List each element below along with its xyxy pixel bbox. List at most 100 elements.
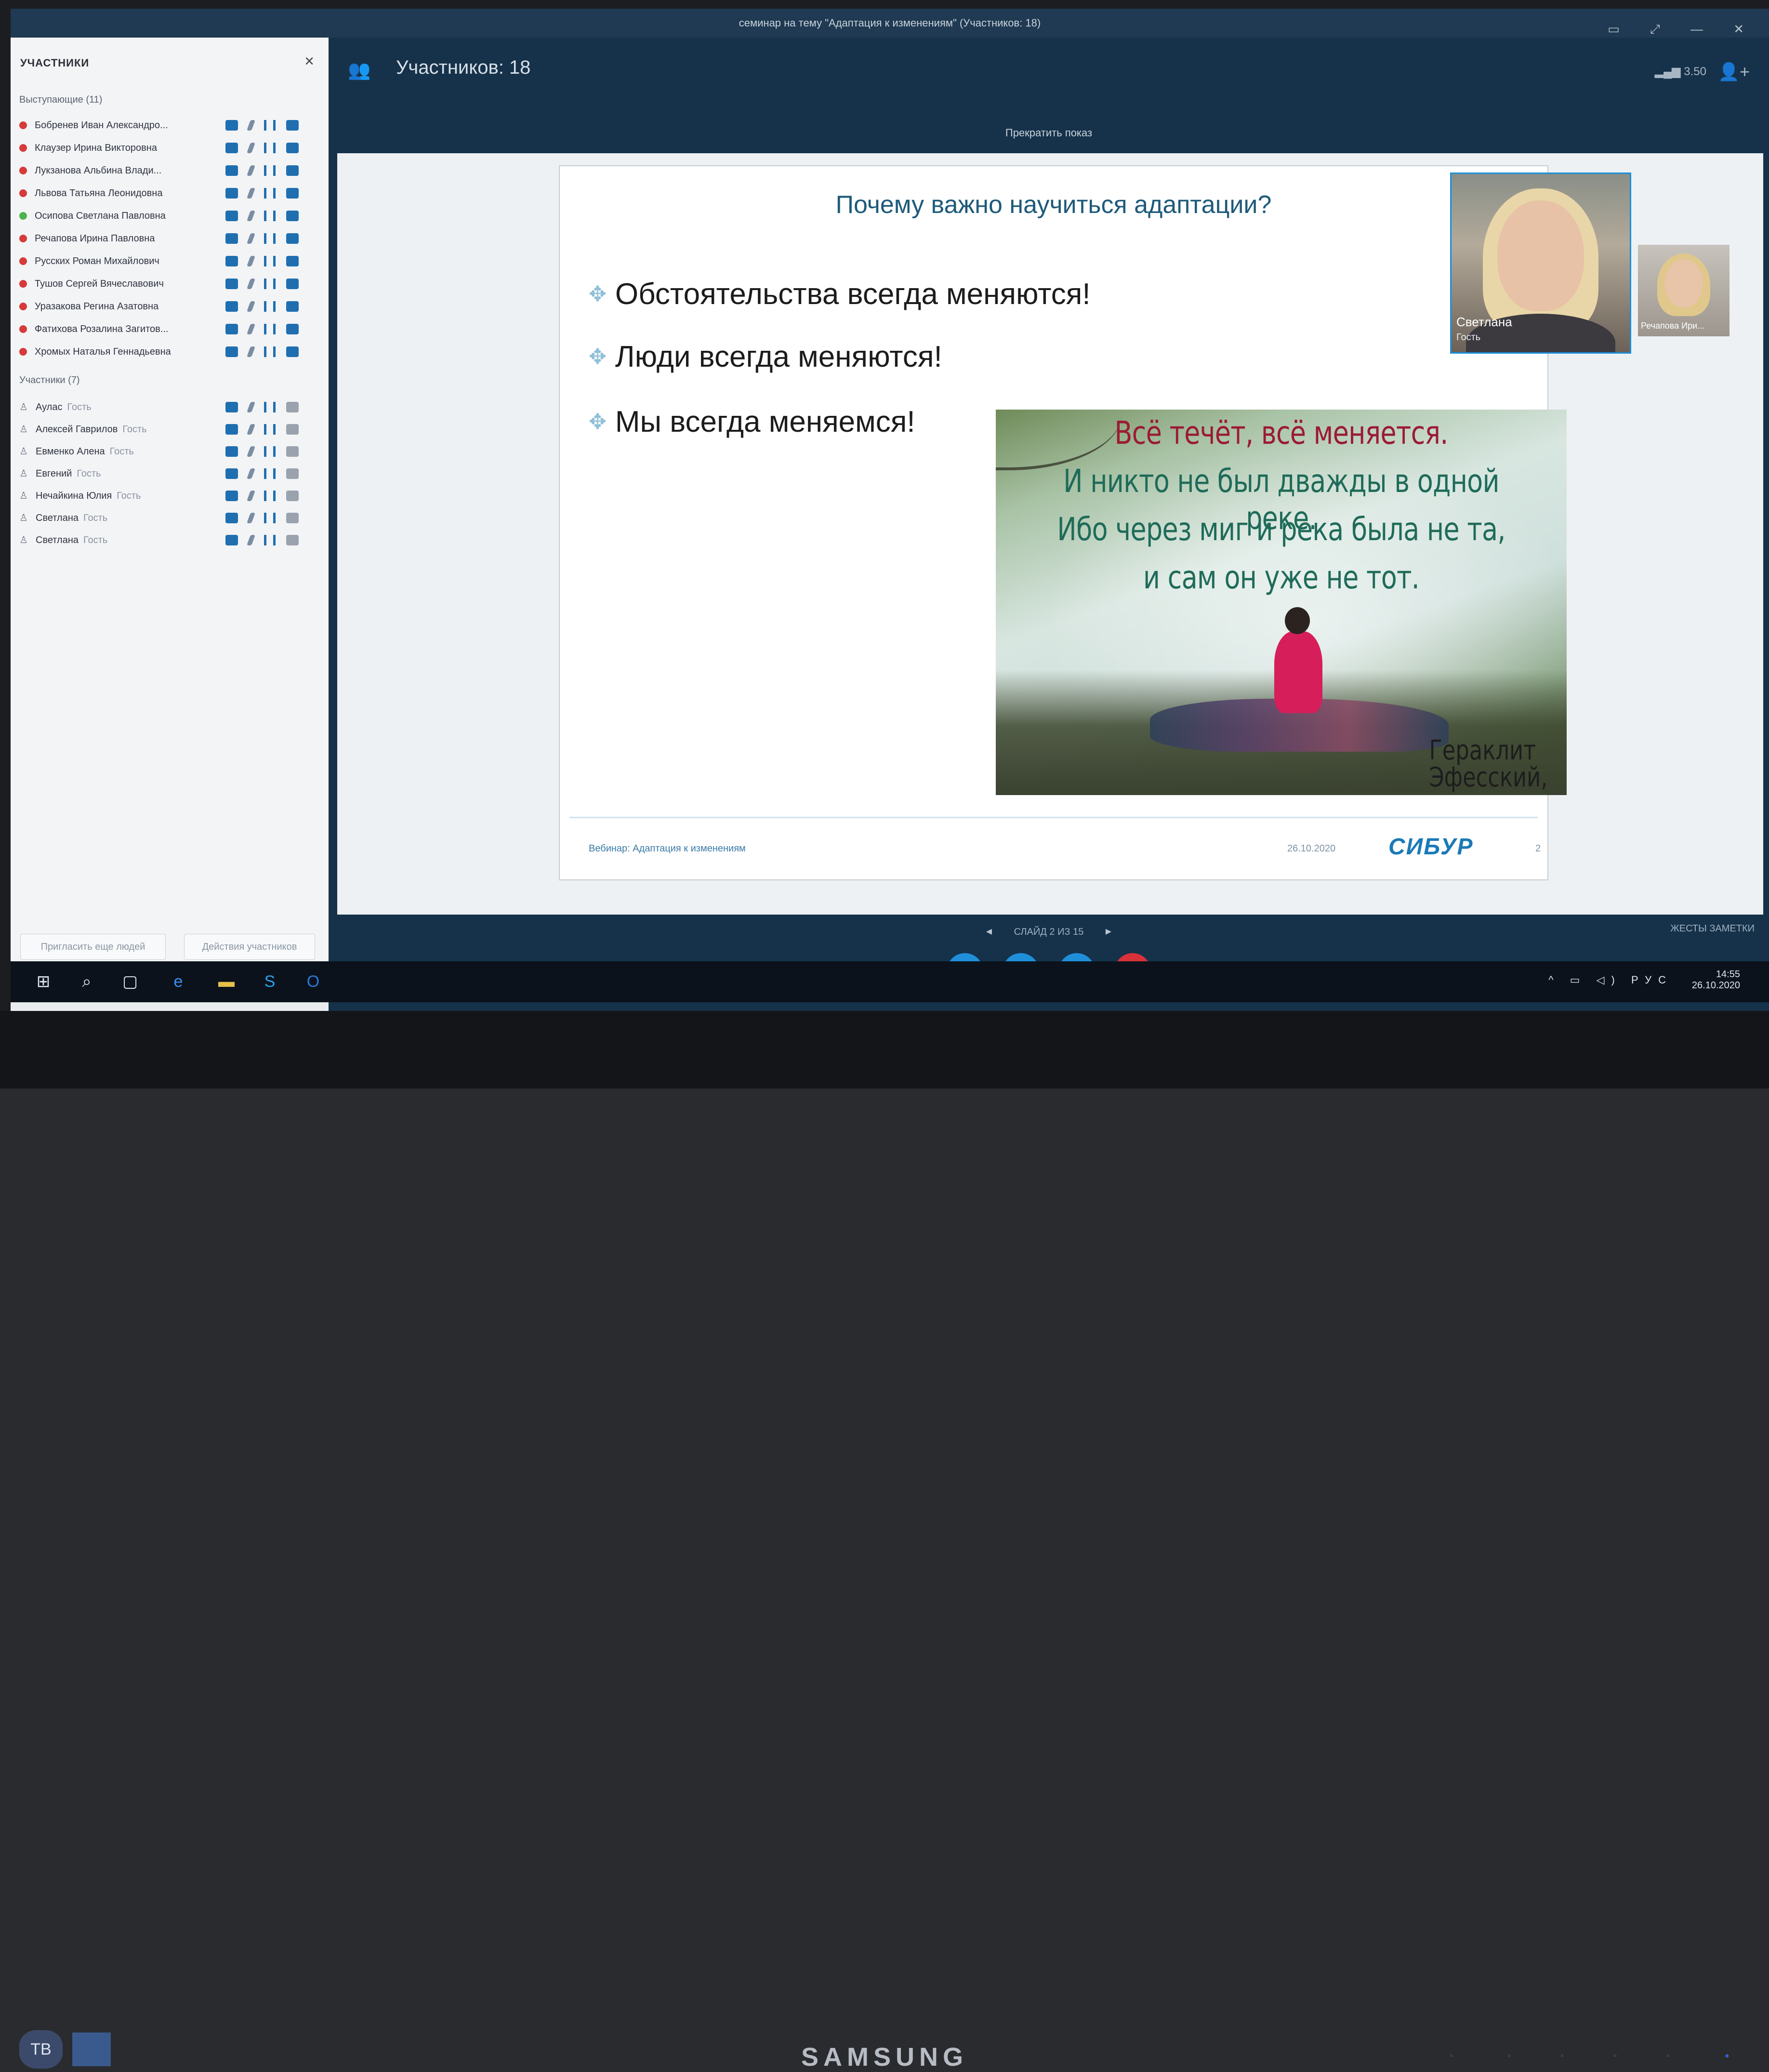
screen-icon[interactable] (286, 301, 299, 312)
participant-row[interactable]: Хромых Наталья Геннадьевна (19, 341, 308, 362)
next-slide-button[interactable]: ▸ (1106, 925, 1111, 938)
mic-icon[interactable] (246, 188, 256, 199)
chat-icon[interactable] (225, 165, 238, 176)
participant-row[interactable]: Уразакова Регина Азатовна (19, 296, 308, 317)
mic-icon[interactable] (246, 165, 256, 176)
participant-row[interactable]: ♙ Евгений Гость (19, 463, 308, 484)
pause-icon[interactable] (264, 346, 276, 357)
pause-icon[interactable] (264, 446, 276, 457)
participant-row[interactable]: Тушов Сергей Вячеславович (19, 273, 308, 294)
pause-icon[interactable] (264, 535, 276, 545)
participant-row[interactable]: Лукзанова Альбина Влади... (19, 160, 308, 181)
pause-icon[interactable] (264, 188, 276, 199)
monitor-button[interactable]: ▫ (1614, 2052, 1617, 2060)
participant-row[interactable]: ♙ Нечайкина Юлия Гость (19, 485, 308, 506)
participant-row[interactable]: ♙ Аулас Гость (19, 397, 308, 418)
mic-icon[interactable] (246, 535, 256, 545)
mic-icon[interactable] (246, 402, 256, 412)
mic-icon[interactable] (246, 513, 256, 523)
mic-icon[interactable] (246, 346, 256, 357)
participant-row[interactable]: Фатихова Розалина Загитов... (19, 319, 308, 340)
pause-icon[interactable] (264, 143, 276, 153)
pause-icon[interactable] (264, 211, 276, 221)
prev-slide-button[interactable]: ◂ (986, 925, 992, 938)
invite-more-button[interactable]: Пригласить еще людей (20, 934, 166, 960)
speaker-video[interactable]: Светлана Гость (1450, 173, 1631, 354)
pause-icon[interactable] (264, 279, 276, 289)
participant-row[interactable]: ♙ Светлана Гость (19, 507, 308, 529)
mic-icon[interactable] (246, 256, 256, 266)
pause-icon[interactable] (264, 513, 276, 523)
mic-icon[interactable] (246, 279, 256, 289)
chat-icon[interactable] (225, 468, 238, 479)
folder-icon[interactable]: ▬ (213, 968, 240, 995)
monitor-button[interactable]: ▫ (1561, 2052, 1564, 2060)
pause-icon[interactable] (264, 120, 276, 131)
power-icon[interactable]: ● (1725, 2052, 1729, 2060)
monitor-button[interactable]: ▫ (1508, 2052, 1511, 2060)
monitor-button[interactable]: ▫ (1450, 2052, 1453, 2060)
pause-icon[interactable] (264, 424, 276, 435)
mic-icon[interactable] (246, 446, 256, 457)
chat-icon[interactable] (225, 324, 238, 334)
screen-icon[interactable] (286, 279, 299, 289)
participant-row[interactable]: Русских Роман Михайлович (19, 251, 308, 272)
monitor-button[interactable]: ▫ (1667, 2052, 1670, 2060)
screen-icon[interactable] (286, 120, 299, 131)
clock[interactable]: 14:55 26.10.2020 (1692, 969, 1740, 991)
chat-icon[interactable] (225, 301, 238, 312)
chat-icon[interactable] (225, 143, 238, 153)
screen-icon[interactable] (286, 324, 299, 334)
chat-icon[interactable] (225, 513, 238, 523)
participant-row[interactable]: Львова Татьяна Леонидовна (19, 183, 308, 204)
chat-icon[interactable] (225, 446, 238, 457)
pause-icon[interactable] (264, 301, 276, 312)
pause-icon[interactable] (264, 324, 276, 334)
screen-icon[interactable] (286, 233, 299, 244)
screen-icon[interactable] (286, 211, 299, 221)
chat-icon[interactable] (225, 120, 238, 131)
skype-icon[interactable]: S (256, 968, 283, 995)
participant-row[interactable]: ♙ Евменко Алена Гость (19, 441, 308, 462)
screen-icon[interactable] (286, 256, 299, 266)
mic-icon[interactable] (246, 143, 256, 153)
mic-icon[interactable] (246, 468, 256, 479)
pause-icon[interactable] (264, 402, 276, 412)
screen-icon[interactable] (286, 446, 299, 457)
screen-icon[interactable] (286, 424, 299, 435)
chat-icon[interactable] (225, 491, 238, 501)
task-view-icon[interactable]: ▢ (117, 968, 144, 995)
participants-count[interactable]: Участников: 18 (396, 57, 530, 79)
language-indicator[interactable]: РУС (1631, 974, 1673, 986)
participant-video[interactable]: Речапова Ири... (1638, 245, 1729, 336)
mic-icon[interactable] (246, 491, 256, 501)
chat-icon[interactable] (225, 279, 238, 289)
pause-icon[interactable] (264, 491, 276, 501)
chat-icon[interactable] (225, 346, 238, 357)
screen-icon[interactable] (286, 513, 299, 523)
participants-icon[interactable]: 👥 (348, 60, 370, 81)
screen-icon[interactable] (286, 468, 299, 479)
screen-icon[interactable] (286, 143, 299, 153)
pause-icon[interactable] (264, 233, 276, 244)
participant-actions-button[interactable]: Действия участников (184, 934, 315, 960)
participant-row[interactable]: Клаузер Ирина Викторовна (19, 137, 308, 159)
mic-icon[interactable] (246, 120, 256, 131)
mic-icon[interactable] (246, 233, 256, 244)
mic-icon[interactable] (246, 301, 256, 312)
participant-row[interactable]: Речапова Ирина Павловна (19, 228, 308, 249)
chat-icon[interactable] (225, 424, 238, 435)
chat-icon[interactable] (225, 233, 238, 244)
chat-icon[interactable] (225, 402, 238, 412)
screen-icon[interactable] (286, 165, 299, 176)
edge-icon[interactable]: e (165, 968, 192, 995)
outlook-icon[interactable]: O (300, 968, 327, 995)
pause-icon[interactable] (264, 165, 276, 176)
pause-icon[interactable] (264, 468, 276, 479)
screen-icon[interactable] (286, 491, 299, 501)
chat-icon[interactable] (225, 535, 238, 545)
call-quality-indicator[interactable]: ▂▄▆ 3.50 (1655, 65, 1706, 79)
close-panel-button[interactable]: × (304, 52, 314, 71)
mic-icon[interactable] (246, 211, 256, 221)
screen-icon[interactable] (286, 346, 299, 357)
